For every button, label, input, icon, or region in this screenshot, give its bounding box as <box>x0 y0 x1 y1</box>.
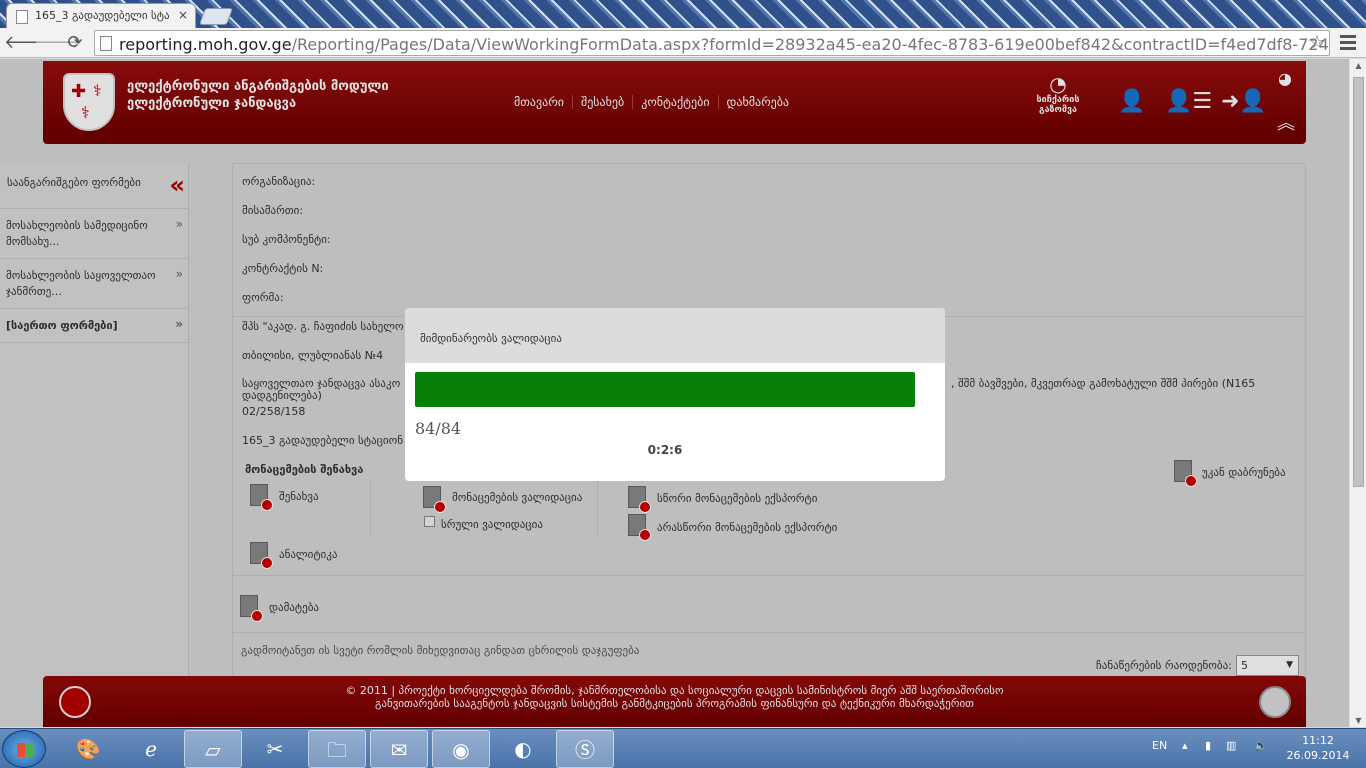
clock-date: 26.09.2014 <box>1286 749 1350 762</box>
network-icon[interactable]: ▥ <box>1226 739 1236 752</box>
taskbar-paint-icon[interactable]: 🎨 <box>59 730 117 768</box>
start-button[interactable] <box>2 730 46 768</box>
progress-fill <box>415 372 915 407</box>
browser-toolbar: 🡐 🡒 ⟳ reporting.moh.gov.ge/Reporting/Pag… <box>0 28 1366 58</box>
bookmark-star-icon[interactable]: ☆ <box>1309 32 1325 53</box>
scroll-down-arrow-icon[interactable]: ▼ <box>1350 716 1366 725</box>
windows-taskbar: 🎨 ℯ ▱ ✂ 🗀 ✉ ◉ ◐ Ⓢ EN ▴ ▮ ▥ 🔈 11:12 26.09… <box>0 728 1366 768</box>
url-path: /Reporting/Pages/Data/ViewWorkingFormDat… <box>291 35 1329 54</box>
browser-tab-strip: 165_3 გადაუდებელი სტა × <box>0 0 1366 28</box>
tab-title: 165_3 გადაუდებელი სტა <box>35 9 170 22</box>
scroll-up-arrow-icon[interactable]: ▲ <box>1350 61 1366 70</box>
progress-count: 84/84 <box>415 419 462 438</box>
reload-icon[interactable]: ⟳ <box>63 31 87 55</box>
url-domain: reporting.moh.gov.ge <box>119 35 292 54</box>
browser-tab[interactable]: 165_3 გადაუდებელი სტა × <box>6 3 196 28</box>
language-indicator[interactable]: EN <box>1152 739 1167 752</box>
back-arrow-icon[interactable]: 🡐 <box>4 31 52 55</box>
browser-menu-icon[interactable] <box>1340 35 1356 53</box>
volume-icon[interactable]: 🔈 <box>1254 739 1268 752</box>
page-icon <box>100 36 112 51</box>
battery-icon[interactable]: ▮ <box>1205 739 1211 752</box>
taskbar-ie-icon[interactable]: ℯ <box>122 730 180 768</box>
page-favicon-icon <box>16 10 28 24</box>
taskbar-explorer-icon[interactable]: 🗀 <box>308 730 366 768</box>
taskbar-sticky-notes-icon[interactable]: ▱ <box>184 730 242 768</box>
forward-arrow-icon[interactable]: 🡒 <box>34 31 82 55</box>
system-clock[interactable]: 11:12 26.09.2014 <box>1283 733 1353 763</box>
page-scrollbar[interactable]: ▲ ▼ <box>1349 59 1366 727</box>
windows-logo-icon <box>17 743 33 757</box>
validation-progress-bar <box>415 372 915 407</box>
taskbar-snipping-tool-icon[interactable]: ✂ <box>246 730 304 768</box>
clock-time: 11:12 <box>1302 734 1334 747</box>
show-hidden-icons-icon[interactable]: ▴ <box>1182 739 1188 752</box>
taskbar-firefox-icon[interactable]: ◐ <box>494 730 552 768</box>
address-bar[interactable]: reporting.moh.gov.ge/Reporting/Pages/Dat… <box>94 30 1330 56</box>
taskbar-chrome-icon[interactable]: ◉ <box>432 730 490 768</box>
scrollbar-thumb[interactable] <box>1353 77 1364 487</box>
dialog-title: მიმდინარეობს ვალიდაცია <box>420 332 562 345</box>
tab-close-icon[interactable]: × <box>178 8 188 22</box>
elapsed-timer: 0:2:6 <box>647 443 683 457</box>
validation-dialog: მიმდინარეობს ვალიდაცია 84/84 0:2:6 <box>405 308 945 481</box>
taskbar-skype-icon[interactable]: Ⓢ <box>556 730 614 768</box>
dialog-header: მიმდინარეობს ვალიდაცია <box>405 308 945 363</box>
taskbar-outlook-icon[interactable]: ✉ <box>370 730 428 768</box>
